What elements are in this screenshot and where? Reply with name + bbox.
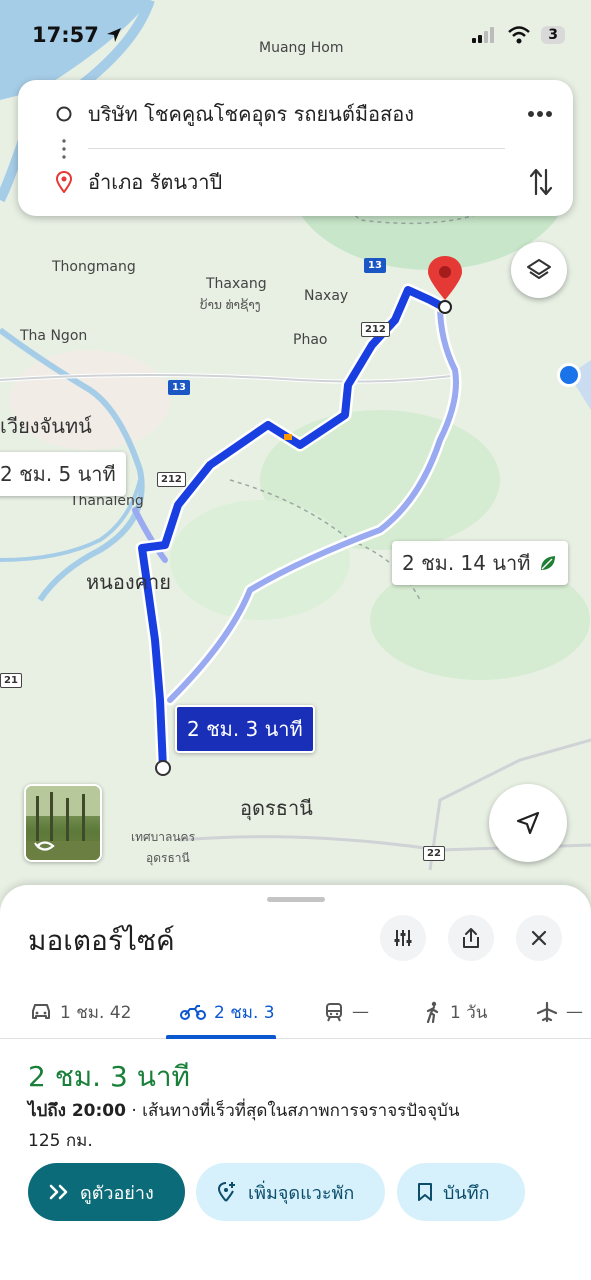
route-options-button[interactable] <box>380 915 426 961</box>
map-label-thongmang: Thongmang <box>52 259 136 275</box>
map-label-thaxang-lao: ບ້ານ ທ່າຊ້າງ <box>200 298 261 312</box>
preview-label: ดูตัวอย่าง <box>80 1182 154 1204</box>
origin-circle-icon <box>56 106 72 122</box>
share-icon <box>463 928 479 948</box>
tune-icon <box>394 930 412 946</box>
alt-route-bubble-right[interactable]: 2 ชม. 14 นาที <box>392 541 569 585</box>
layers-icon <box>527 259 551 279</box>
time-text: 17:57 <box>32 23 99 47</box>
destination-row[interactable]: อำเภอ รัตนวาปี <box>18 152 573 212</box>
selected-route-bubble[interactable]: 2 ชม. 3 นาที <box>175 705 315 753</box>
street-view-icon <box>34 838 56 857</box>
battery-indicator: 3 <box>541 26 565 44</box>
add-location-icon <box>217 1182 235 1202</box>
my-location-dot <box>560 366 578 384</box>
tab-flight[interactable]: — <box>536 985 583 1039</box>
swap-icon[interactable] <box>529 167 553 197</box>
tab-transit-label: — <box>352 1002 369 1022</box>
tab-car-label: 1 ชม. 42 <box>60 1002 132 1023</box>
add-stop-button[interactable]: เพิ่มจุดแวะพัก <box>196 1163 385 1221</box>
origin-row[interactable]: บริษัท โชคคูณโชคอุดร รถยนต์มือสอง <box>18 84 573 144</box>
save-label: บันทึก <box>443 1182 490 1204</box>
preview-button[interactable]: ดูตัวอย่าง <box>28 1163 185 1221</box>
route-note: · เส้นทางที่เร็วที่สุดในสภาพการจราจรปัจจ… <box>125 1101 460 1121</box>
signal-icon <box>472 27 495 43</box>
tab-transit[interactable]: — <box>324 985 369 1039</box>
fast-forward-icon <box>49 1184 68 1200</box>
active-tab-indicator <box>166 1035 276 1039</box>
tab-motorcycle-label: 2 ชม. 3 <box>214 1002 275 1023</box>
route-duration: 2 ชม. 3 นาที <box>28 1060 191 1093</box>
arrival-time: ไปถึง 20:00 <box>28 1101 126 1121</box>
wifi-icon <box>508 26 531 44</box>
map-label-udon: อุดรธานี <box>240 796 313 820</box>
road-shield-21: 21 <box>0 673 22 688</box>
location-arrow-icon <box>106 28 121 42</box>
map-label-udon-city-1: เทศบาลนคร <box>131 830 196 844</box>
road-shield-22: 22 <box>423 846 445 861</box>
sheet-drag-handle[interactable] <box>267 897 325 902</box>
more-options-icon[interactable] <box>527 110 553 118</box>
map-label-nong-khai: หนองคาย <box>86 570 171 594</box>
tab-car[interactable]: 1 ชม. 42 <box>30 985 131 1039</box>
origin-text: บริษัท โชคคูณโชคอุดร รถยนต์มือสอง <box>88 102 414 126</box>
train-icon <box>326 1003 342 1022</box>
origin-marker <box>155 760 171 776</box>
road-shield-212: 212 <box>157 472 186 487</box>
travel-mode-tabs: 1 ชม. 42 2 ชม. 3 — 1 วัน — <box>0 985 591 1039</box>
road-shield-212: 212 <box>361 322 390 337</box>
map-label-tha-ngon: Tha Ngon <box>20 328 88 344</box>
tab-flight-label: — <box>566 1002 583 1022</box>
close-icon <box>531 930 547 946</box>
close-button[interactable] <box>516 915 562 961</box>
tab-walk[interactable]: 1 วัน <box>424 985 487 1039</box>
selected-route-time: 2 ชม. 3 นาที <box>187 717 303 741</box>
layers-button[interactable] <box>511 242 567 298</box>
navigation-arrow-icon <box>516 811 540 835</box>
alt-route-time: 2 ชม. 14 นาที <box>402 551 531 575</box>
map-label-phao: Phao <box>293 332 328 348</box>
start-navigation-button[interactable] <box>489 784 567 862</box>
directions-card: บริษัท โชคคูณโชคอุดร รถยนต์มือสอง อำเภอ … <box>18 80 573 216</box>
road-shield-13: 13 <box>364 258 386 273</box>
destination-pin <box>428 256 462 300</box>
clock: 17:57 <box>32 23 123 47</box>
status-bar: 17:57 3 <box>0 0 591 70</box>
walk-icon <box>426 1001 439 1023</box>
map-label-udon-city-2: อุดรธานี <box>146 851 190 865</box>
arrival-info: ไปถึง 20:00 · เส้นทางที่เร็วที่สุดในสภาพ… <box>28 1097 459 1124</box>
flight-icon <box>536 1001 558 1023</box>
travel-mode-title: มอเตอร์ไซค์ <box>28 924 175 957</box>
road-shield-13: 13 <box>168 380 190 395</box>
tab-walk-label: 1 วัน <box>450 1002 488 1023</box>
search-divider <box>88 148 505 149</box>
map-label-naxay: Naxay <box>304 288 349 304</box>
share-button[interactable] <box>448 915 494 961</box>
save-button[interactable]: บันทึก <box>397 1163 525 1221</box>
map-label-thaxang: Thaxang <box>206 276 267 292</box>
eco-leaf-icon <box>541 556 556 570</box>
map-label-vientiane: เวียงจันทน์ <box>0 414 92 438</box>
destination-pin-icon <box>55 171 73 193</box>
tab-motorcycle[interactable]: 2 ชม. 3 <box>180 985 275 1039</box>
route-distance: 125 กม. <box>28 1131 93 1151</box>
street-view-thumbnail[interactable] <box>24 784 102 862</box>
alt-route-bubble-left[interactable]: 2 ชม. 5 นาที <box>0 452 126 496</box>
add-stop-label: เพิ่มจุดแวะพัก <box>248 1182 355 1204</box>
car-icon <box>32 1004 50 1019</box>
motorcycle-icon <box>180 1005 206 1020</box>
route-details-sheet: มอเตอร์ไซค์ 1 ชม. 42 2 ชม. 3 — 1 วัน — 2… <box>0 885 591 1280</box>
alt-route-time: 2 ชม. 5 นาที <box>0 462 116 486</box>
destination-text: อำเภอ รัตนวาปี <box>88 170 223 194</box>
bookmark-icon <box>418 1183 432 1201</box>
